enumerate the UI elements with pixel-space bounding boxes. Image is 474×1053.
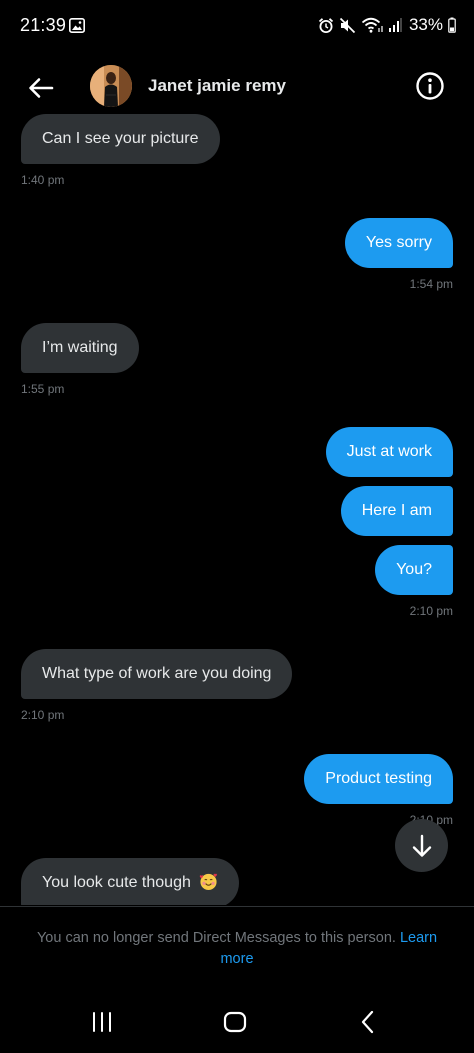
avatar-image (90, 65, 132, 107)
back-button[interactable] (22, 69, 60, 107)
battery-percent: 33% (408, 15, 443, 34)
message-incoming[interactable]: What type of work are you doing (21, 649, 293, 699)
status-bar: 21:39 33% (0, 0, 474, 52)
message-timestamp: 1:55 pm (21, 382, 65, 396)
message-outgoing[interactable]: You? (375, 545, 453, 595)
recent-apps-icon (93, 1012, 111, 1032)
message-outgoing[interactable]: Here I am (340, 486, 453, 536)
system-navigation-bar (0, 990, 474, 1053)
recent-apps-button[interactable] (82, 1007, 122, 1037)
wifi-icon (361, 17, 383, 33)
message-timestamp: 1:40 pm (21, 173, 65, 187)
info-button[interactable] (414, 70, 446, 102)
message-timestamp: 1:54 pm (409, 277, 453, 291)
status-icons: 33% (318, 14, 456, 36)
nav-back-button[interactable] (348, 1007, 388, 1037)
chevron-left-icon (361, 1010, 374, 1034)
message-text: You look cute though (42, 874, 191, 891)
back-arrow-icon (29, 78, 54, 98)
scroll-to-bottom-button[interactable] (395, 819, 448, 872)
status-time: 21:39 (20, 15, 67, 35)
message-outgoing[interactable]: Yes sorry (344, 218, 453, 268)
battery-icon (448, 17, 456, 33)
arrow-down-icon (412, 834, 431, 857)
alarm-icon (318, 17, 334, 33)
message-incoming[interactable]: You look cute though (21, 858, 240, 905)
mute-icon (339, 17, 356, 33)
info-icon (416, 72, 444, 100)
message-timestamp: 2:10 pm (21, 708, 65, 722)
message-outgoing[interactable]: Product testing (304, 754, 453, 804)
gallery-notification-icon (69, 18, 85, 33)
smiling-face-with-hearts-icon (200, 873, 218, 890)
message-list[interactable]: Can I see your picture 1:40 pm Yes sorry… (0, 0, 474, 905)
home-button[interactable] (215, 1007, 255, 1037)
message-incoming[interactable]: I’m waiting (21, 323, 139, 373)
conversation-header: Janet jamie remy (0, 52, 474, 122)
home-icon (223, 1011, 247, 1033)
signal-icon (388, 18, 402, 32)
contact-name[interactable]: Janet jamie remy (148, 76, 286, 96)
contact-avatar[interactable] (90, 65, 132, 107)
notice-text: You can no longer send Direct Messages t… (36, 930, 396, 946)
message-timestamp: 2:10 pm (409, 604, 453, 618)
message-outgoing[interactable]: Just at work (325, 427, 453, 477)
dm-restricted-notice: You can no longer send Direct Messages t… (0, 906, 474, 986)
